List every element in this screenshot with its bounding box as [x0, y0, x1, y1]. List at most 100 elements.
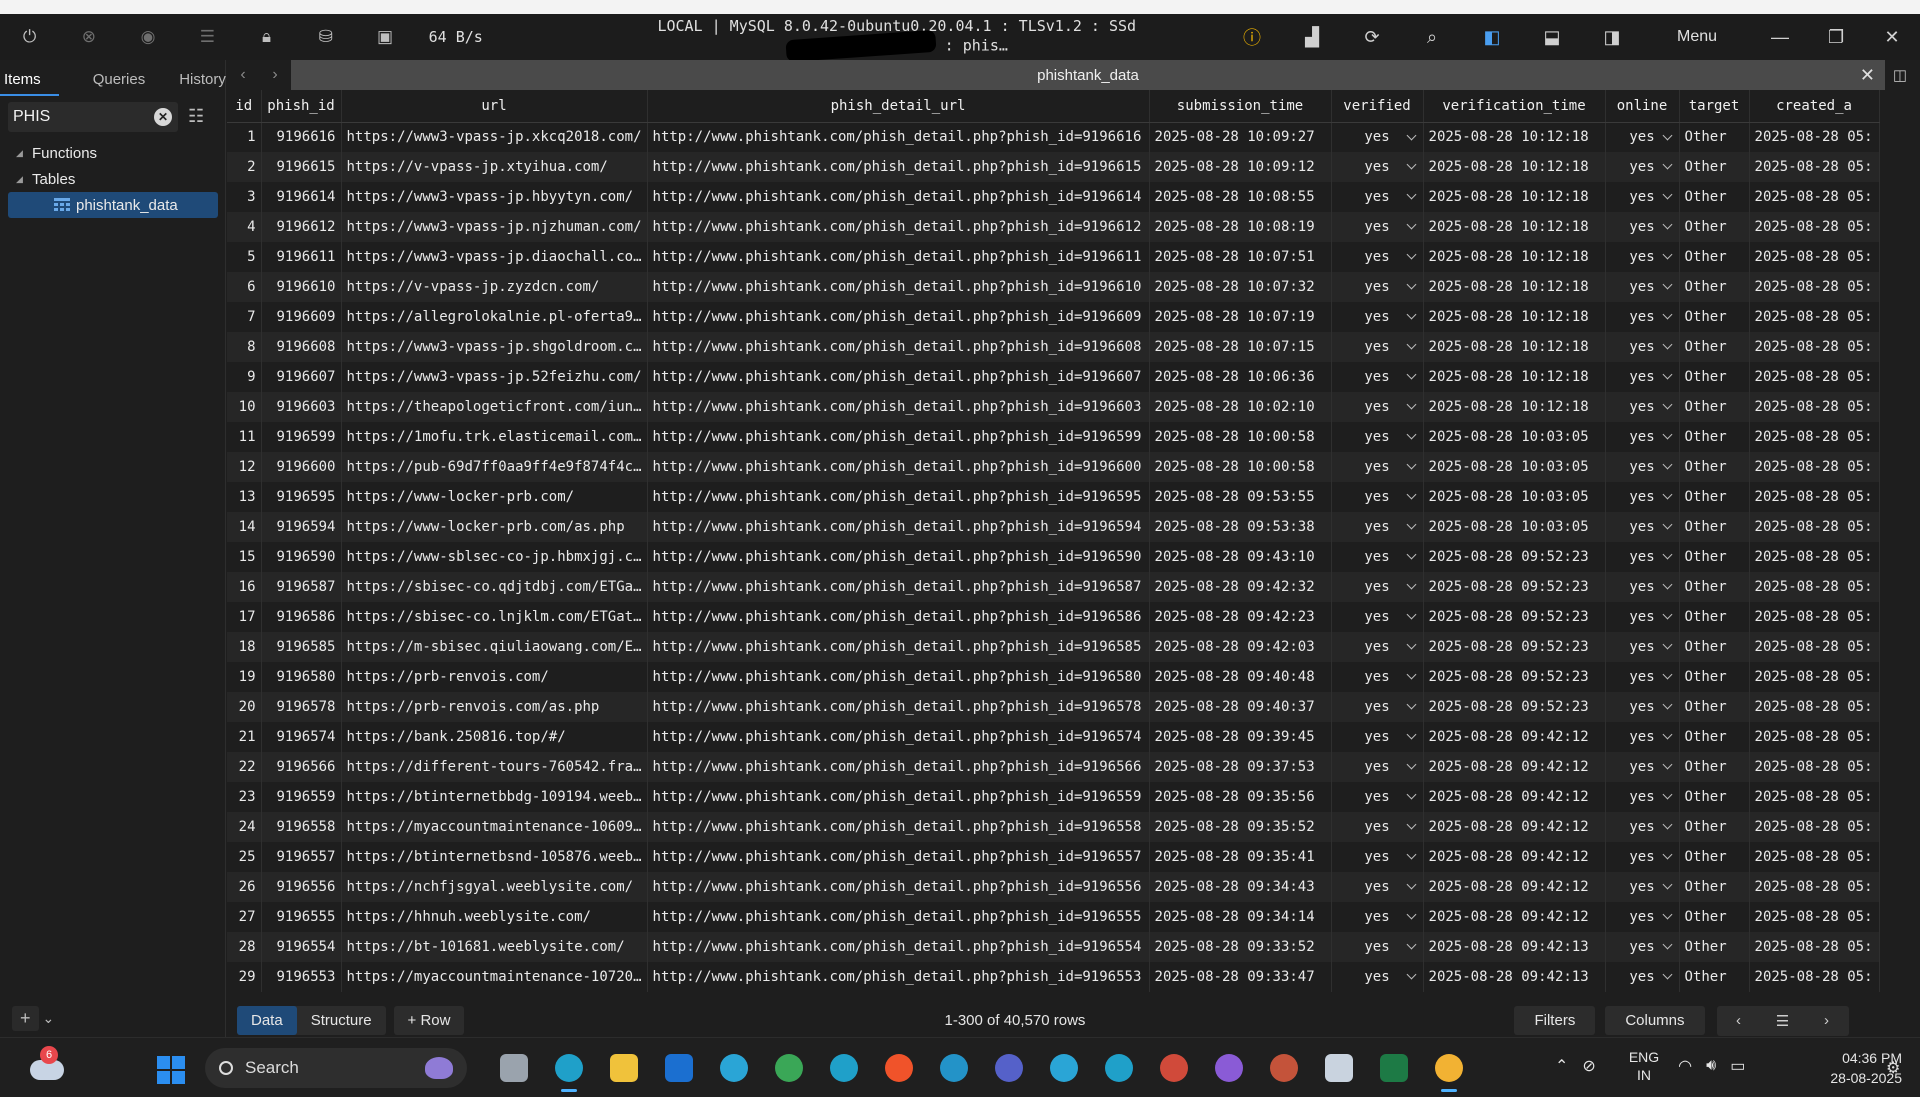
table-cell-verification-time[interactable]: 2025-08-28 10:03:05: [1423, 452, 1606, 482]
column-header[interactable]: phish_detail_url: [647, 90, 1150, 123]
table-cell-url[interactable]: https://www-locker-prb.com/: [341, 482, 648, 512]
chevron-down-icon[interactable]: [1662, 909, 1672, 920]
table-cell-url[interactable]: https://hhnuh.weeblysite.com/: [341, 902, 648, 932]
chevron-down-icon[interactable]: [1662, 249, 1672, 260]
table-cell-verification-time[interactable]: 2025-08-28 09:42:12: [1423, 752, 1606, 782]
table-cell-id[interactable]: 13: [227, 482, 262, 512]
table-cell-verified[interactable]: yes: [1331, 842, 1424, 872]
table-cell-submission-time[interactable]: 2025-08-28 09:42:03: [1149, 632, 1332, 662]
table-cell-url[interactable]: https://www3-vpass-jp.diaochall.co…: [341, 242, 648, 272]
table-cell-submission-time[interactable]: 2025-08-28 09:35:52: [1149, 812, 1332, 842]
taskbar-search[interactable]: Search: [205, 1048, 467, 1088]
table-cell-created-a[interactable]: 2025-08-28 05:: [1749, 752, 1880, 782]
chevron-down-icon[interactable]: [1662, 879, 1672, 890]
table-cell-online[interactable]: yes: [1605, 722, 1680, 752]
table-cell-target[interactable]: Other: [1679, 362, 1750, 392]
table-cell-phish-id[interactable]: 9196586: [261, 602, 342, 632]
table-cell-phish-detail-url[interactable]: http://www.phishtank.com/phish_detail.ph…: [647, 812, 1150, 842]
table-cell-created-a[interactable]: 2025-08-28 05:: [1749, 662, 1880, 692]
table-cell-id[interactable]: 24: [227, 812, 262, 842]
table-row[interactable]: 18 9196585 https://m-sbisec.qiuliaowang.co…: [227, 632, 1880, 662]
table-cell-created-a[interactable]: 2025-08-28 05:: [1749, 122, 1880, 152]
table-cell-verified[interactable]: yes: [1331, 962, 1424, 992]
table-cell-phish-detail-url[interactable]: http://www.phishtank.com/phish_detail.ph…: [647, 632, 1150, 662]
cancel-icon[interactable]: ⊗: [59, 14, 118, 60]
back-arrow-icon[interactable]: ‹: [240, 66, 245, 84]
table-cell-submission-time[interactable]: 2025-08-28 10:07:15: [1149, 332, 1332, 362]
table-cell-created-a[interactable]: 2025-08-28 05:: [1749, 602, 1880, 632]
table-cell-created-a[interactable]: 2025-08-28 05:: [1749, 962, 1880, 992]
chrome-profile-v3-app[interactable]: [1262, 1050, 1306, 1086]
lock-icon[interactable]: 🔒︎: [237, 14, 296, 60]
table-row[interactable]: 17 9196586 https://sbisec-co.lnjklm.com/ET…: [227, 602, 1880, 632]
table-cell-target[interactable]: Other: [1679, 872, 1750, 902]
table-cell-online[interactable]: yes: [1605, 662, 1680, 692]
table-cell-phish-id[interactable]: 9196599: [261, 422, 342, 452]
table-cell-phish-id[interactable]: 9196555: [261, 902, 342, 932]
table-row[interactable]: 14 9196594 https://www-locker-prb.com/as.p…: [227, 512, 1880, 542]
wifi-icon[interactable]: ◠: [1678, 1056, 1692, 1076]
chevron-down-icon[interactable]: [1406, 429, 1416, 440]
table-cell-url[interactable]: https://sbisec-co.qdjtdbj.com/ETGa…: [341, 572, 648, 602]
table-cell-phish-detail-url[interactable]: http://www.phishtank.com/phish_detail.ph…: [647, 452, 1150, 482]
table-cell-phish-detail-url[interactable]: http://www.phishtank.com/phish_detail.ph…: [647, 122, 1150, 152]
table-cell-id[interactable]: 26: [227, 872, 262, 902]
table-cell-target[interactable]: Other: [1679, 422, 1750, 452]
table-cell-url[interactable]: https://myaccountmaintenance-10609…: [341, 812, 648, 842]
table-cell-url[interactable]: https://www3-vpass-jp.xkcq2018.com/: [341, 122, 648, 152]
table-cell-phish-id[interactable]: 9196556: [261, 872, 342, 902]
minimize-icon[interactable]: —: [1752, 27, 1808, 48]
table-cell-phish-id[interactable]: 9196615: [261, 152, 342, 182]
connection-info[interactable]: LOCAL | MySQL 8.0.42-0ubuntu0.20.04.1 : …: [582, 17, 1213, 63]
table-cell-url[interactable]: https://pub-69d7ff0aa9ff4e9f874f4c…: [341, 452, 648, 482]
table-cell-online[interactable]: yes: [1605, 872, 1680, 902]
layout-bottom-icon[interactable]: ⬓: [1522, 14, 1582, 60]
table-row[interactable]: 6 9196610 https://v-vpass-jp.zyzdcn.com/ht…: [227, 272, 1880, 302]
chevron-down-icon[interactable]: [1406, 489, 1416, 500]
column-header[interactable]: verified: [1331, 90, 1424, 123]
chevron-down-icon[interactable]: [1662, 219, 1672, 230]
table-row[interactable]: 25 9196557 https://btinternetbsnd-105876.w…: [227, 842, 1880, 872]
chrome-profile-v2-app[interactable]: [1207, 1050, 1251, 1086]
table-cell-verification-time[interactable]: 2025-08-28 10:12:18: [1423, 122, 1606, 152]
table-cell-phish-detail-url[interactable]: http://www.phishtank.com/phish_detail.ph…: [647, 512, 1150, 542]
table-row[interactable]: 7 9196609 https://allegrolokalnie.pl-ofert…: [227, 302, 1880, 332]
table-cell-created-a[interactable]: 2025-08-28 05:: [1749, 182, 1880, 212]
table-cell-verification-time[interactable]: 2025-08-28 09:42:13: [1423, 962, 1606, 992]
table-cell-id[interactable]: 10: [227, 392, 262, 422]
table-cell-verification-time[interactable]: 2025-08-28 09:52:23: [1423, 572, 1606, 602]
table-row[interactable]: 20 9196578 https://prb-renvois.com/as.php h…: [227, 692, 1880, 722]
table-cell-target[interactable]: Other: [1679, 542, 1750, 572]
tree-tables[interactable]: ◢ Tables: [0, 166, 226, 192]
table-row[interactable]: 24 9196558 https://myaccountmaintenance-10…: [227, 812, 1880, 842]
chevron-down-icon[interactable]: [1662, 579, 1672, 590]
notification-icon[interactable]: ⚙: [1886, 1058, 1900, 1078]
table-cell-id[interactable]: 12: [227, 452, 262, 482]
table-row[interactable]: 16 9196587 https://sbisec-co.qdjtdbj.com/E…: [227, 572, 1880, 602]
table-cell-url[interactable]: https://m-sbisec.qiuliaowang.com/E…: [341, 632, 648, 662]
table-row[interactable]: 4 9196612 https://www3-vpass-jp.njzhuman.c…: [227, 212, 1880, 242]
table-cell-phish-id[interactable]: 9196553: [261, 962, 342, 992]
table-cell-id[interactable]: 23: [227, 782, 262, 812]
table-cell-online[interactable]: yes: [1605, 932, 1680, 962]
table-cell-created-a[interactable]: 2025-08-28 05:: [1749, 542, 1880, 572]
table-cell-target[interactable]: Other: [1679, 512, 1750, 542]
table-cell-submission-time[interactable]: 2025-08-28 09:34:14: [1149, 902, 1332, 932]
panel-toggle-icon[interactable]: ◫: [1885, 66, 1915, 84]
table-cell-submission-time[interactable]: 2025-08-28 10:07:19: [1149, 302, 1332, 332]
table-cell-phish-detail-url[interactable]: http://www.phishtank.com/phish_detail.ph…: [647, 872, 1150, 902]
table-cell-verified[interactable]: yes: [1331, 392, 1424, 422]
chevron-down-icon[interactable]: [1662, 399, 1672, 410]
table-cell-id[interactable]: 27: [227, 902, 262, 932]
edge-app[interactable]: [547, 1050, 591, 1092]
table-cell-submission-time[interactable]: 2025-08-28 09:42:23: [1149, 602, 1332, 632]
chevron-down-icon[interactable]: [1406, 699, 1416, 710]
table-cell-submission-time[interactable]: 2025-08-28 10:06:36: [1149, 362, 1332, 392]
refresh-icon[interactable]: ⟳: [1342, 14, 1402, 60]
table-cell-id[interactable]: 17: [227, 602, 262, 632]
menu-button[interactable]: Menu: [1642, 28, 1752, 46]
table-cell-url[interactable]: https://www3-vpass-jp.hbyytyn.com/: [341, 182, 648, 212]
table-cell-url[interactable]: https://www3-vpass-jp.njzhuman.com/: [341, 212, 648, 242]
table-cell-id[interactable]: 18: [227, 632, 262, 662]
table-cell-phish-id[interactable]: 9196616: [261, 122, 342, 152]
